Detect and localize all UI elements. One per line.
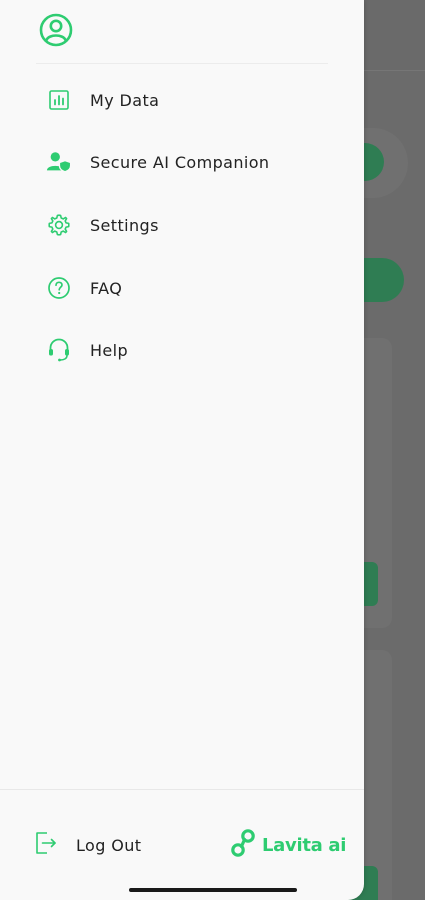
app-screen: My Data Secure AI Companion Settings FAQ… [0, 0, 425, 900]
logout-icon [34, 830, 58, 860]
menu-item-my-data[interactable]: My Data [40, 80, 340, 120]
brand-name: Lavita ai [262, 834, 347, 856]
menu-item-help[interactable]: Help [40, 330, 340, 370]
menu-item-label: Help [90, 340, 129, 360]
navigation-drawer: My Data Secure AI Companion Settings FAQ… [0, 0, 364, 900]
menu-item-label: Settings [90, 215, 159, 235]
menu-item-label: My Data [90, 90, 160, 110]
drawer-divider [36, 63, 328, 64]
home-indicator[interactable] [129, 888, 297, 892]
menu-item-settings[interactable]: Settings [40, 205, 340, 245]
question-circle-icon [46, 275, 72, 301]
menu-item-label: FAQ [90, 278, 123, 298]
lavita-logo-icon [230, 827, 258, 863]
profile-avatar-icon[interactable] [39, 13, 73, 47]
menu-item-faq[interactable]: FAQ [40, 268, 340, 308]
menu-item-label: Secure AI Companion [90, 152, 270, 172]
brand-logo: Lavita ai [230, 828, 346, 862]
menu-item-secure-ai-companion[interactable]: Secure AI Companion [40, 142, 340, 182]
logout-label: Log Out [76, 835, 142, 855]
headset-icon [46, 337, 72, 363]
user-shield-icon [46, 149, 72, 175]
bar-chart-icon [46, 87, 72, 113]
footer-divider [0, 789, 364, 790]
logout-button[interactable]: Log Out [34, 828, 141, 862]
gear-icon [46, 212, 72, 238]
